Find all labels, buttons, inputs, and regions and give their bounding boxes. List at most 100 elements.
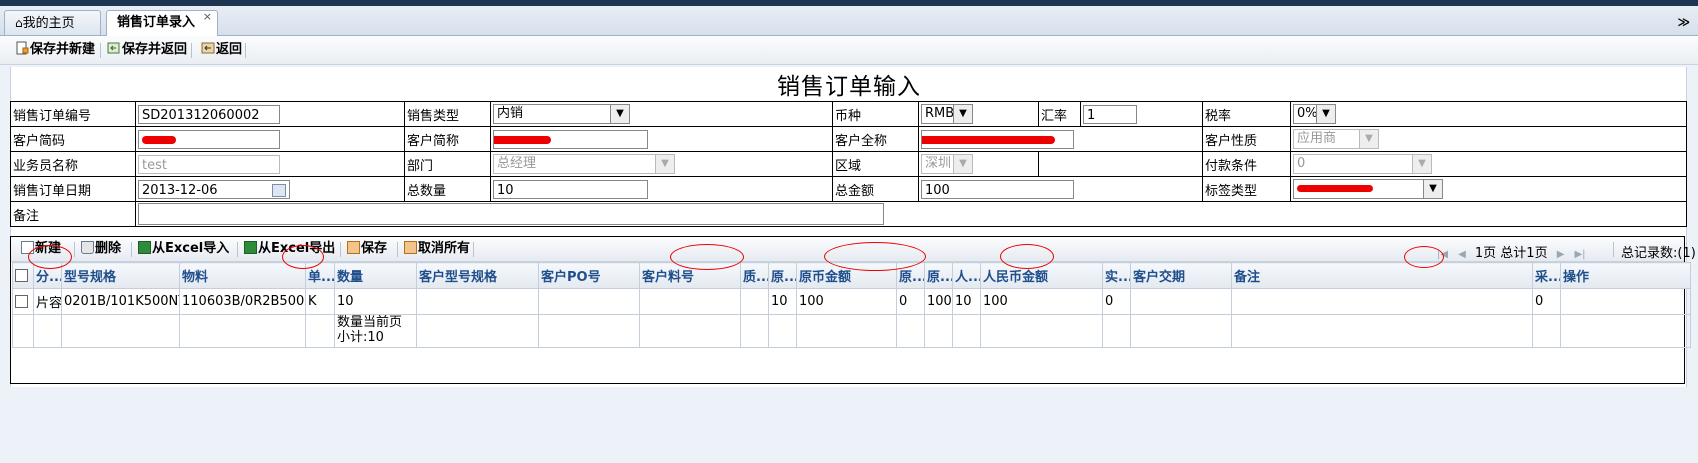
column-header[interactable]: 备注 (1231, 262, 1533, 289)
chevron-down-icon: ▼ (1423, 180, 1442, 198)
tax-label: 税率 (1202, 101, 1291, 127)
customer-short-name-field[interactable] (493, 129, 648, 149)
close-icon[interactable]: × (203, 5, 212, 29)
table-cell[interactable]: 10 (768, 288, 797, 315)
calendar-icon[interactable] (272, 183, 286, 197)
total-amount-field[interactable]: 100 (921, 179, 1074, 199)
table-cell[interactable]: 110603B/0R2B500NB (179, 288, 306, 315)
table-cell[interactable]: 0 (1532, 288, 1561, 315)
column-header[interactable]: 质... (740, 262, 769, 289)
table-cell[interactable]: 0 (1102, 288, 1131, 315)
table-cell[interactable] (538, 288, 640, 315)
label-type-select[interactable]: ▼ (1293, 179, 1443, 199)
table-cell[interactable]: 0 (896, 288, 925, 315)
order-lines-table: 分... 型号规格 物料 单... 数量 客户型号规格 客户PO号 客户料号 质… (12, 262, 1691, 348)
table-row[interactable]: 片容 0201B/101K500NT 110603B/0R2B500NB K 1… (12, 288, 1691, 315)
chevron-down-icon: ▼ (610, 105, 629, 123)
customer-code-field[interactable] (138, 129, 280, 149)
region-select[interactable]: 深圳 ▼ (921, 154, 973, 174)
table-cell[interactable] (639, 288, 741, 315)
order-no-field[interactable]: SD201312060002 (138, 104, 280, 124)
save-lines-button[interactable]: 保存 (347, 241, 387, 257)
order-date-field[interactable]: 2013-12-06 (138, 179, 290, 199)
table-cell[interactable] (1130, 288, 1232, 315)
row-checkbox[interactable] (15, 295, 28, 308)
column-header[interactable]: 原... (924, 262, 953, 289)
prev-page-icon[interactable]: ◀ (1458, 249, 1466, 260)
table-cell[interactable] (416, 288, 539, 315)
column-header[interactable]: 操作 (1560, 262, 1691, 289)
column-header[interactable]: 分... (33, 262, 62, 289)
table-cell[interactable]: 100 (796, 288, 897, 315)
delete-line-button[interactable]: 删除 (81, 241, 121, 257)
remark-field[interactable] (138, 203, 884, 225)
table-cell[interactable]: 10 (334, 288, 417, 315)
pagination: |◀ ◀ 1页 总计1页 ▶ ▶| (1432, 242, 1591, 261)
column-header[interactable]: 物料 (179, 262, 306, 289)
column-header[interactable]: 原... (768, 262, 797, 289)
order-no-label: 销售订单编号 (10, 101, 136, 127)
salesman-field[interactable]: test (138, 154, 280, 174)
chevron-double-right-icon[interactable]: ≫ (1677, 15, 1690, 29)
column-header[interactable]: 数量 (334, 262, 417, 289)
tab-sales-order-entry[interactable]: 销售订单录入 × (106, 10, 218, 36)
save-icon (347, 241, 360, 254)
salesman-label: 业务员名称 (10, 151, 136, 177)
cancel-icon (404, 241, 417, 254)
currency-label: 币种 (832, 101, 919, 127)
total-quantity-label: 总数量 (404, 176, 491, 202)
last-page-icon[interactable]: ▶| (1574, 249, 1585, 260)
save-and-new-button[interactable]: 保存并新建 (15, 41, 95, 59)
home-icon: ⌂ (15, 16, 23, 30)
column-header[interactable]: 人民币金额 (980, 262, 1103, 289)
table-cell[interactable]: 100 (924, 288, 953, 315)
customer-full-name-field[interactable] (921, 129, 1074, 149)
rate-label: 汇率 (1038, 101, 1081, 127)
sales-type-label: 销售类型 (404, 101, 491, 127)
currency-select[interactable]: RMB ▼ (921, 104, 973, 124)
department-select[interactable]: 总经理 ▼ (493, 154, 675, 174)
payment-terms-value: 0 (1297, 156, 1306, 171)
back-button[interactable]: 返回 (201, 41, 242, 59)
add-line-button[interactable]: 新建 (21, 241, 61, 257)
next-page-icon[interactable]: ▶ (1557, 249, 1565, 260)
table-header-row: 分... 型号规格 物料 单... 数量 客户型号规格 客户PO号 客户料号 质… (12, 262, 1691, 289)
redaction-mark (922, 136, 1055, 144)
total-quantity-field[interactable]: 10 (493, 179, 648, 199)
select-all-checkbox[interactable] (15, 269, 28, 282)
customer-nature-select[interactable]: 应用商 ▼ (1293, 129, 1379, 149)
column-header[interactable]: 原币金额 (796, 262, 897, 289)
table-cell[interactable] (1560, 288, 1691, 315)
rate-field[interactable]: 1 (1083, 104, 1137, 124)
column-header[interactable]: 原... (896, 262, 925, 289)
column-header[interactable]: 人... (952, 262, 981, 289)
table-cell[interactable]: 片容 (33, 288, 62, 315)
table-cell[interactable]: 100 (980, 288, 1103, 315)
chevron-down-icon: ▼ (1316, 105, 1335, 123)
toolbar-divider (191, 43, 192, 58)
table-cell[interactable] (740, 288, 769, 315)
table-cell[interactable]: K (305, 288, 335, 315)
column-header[interactable]: 实... (1102, 262, 1131, 289)
import-excel-button[interactable]: 从Excel导入 (138, 241, 229, 257)
remark-label: 备注 (10, 201, 136, 227)
column-header[interactable]: 客户PO号 (538, 262, 640, 289)
column-header[interactable]: 型号规格 (61, 262, 180, 289)
trash-icon (81, 241, 94, 254)
table-cell[interactable] (1231, 288, 1533, 315)
tax-select[interactable]: 0% ▼ (1293, 104, 1336, 124)
column-header[interactable]: 单... (305, 262, 335, 289)
payment-terms-select[interactable]: 0 ▼ (1293, 154, 1432, 174)
table-cell[interactable]: 10 (952, 288, 981, 315)
export-excel-button[interactable]: 从Excel导出 (244, 241, 335, 257)
column-header[interactable]: 客户型号规格 (416, 262, 539, 289)
table-cell[interactable]: 0201B/101K500NT (61, 288, 180, 315)
save-and-return-button[interactable]: 保存并返回 (107, 41, 187, 59)
column-header[interactable]: 客户料号 (639, 262, 741, 289)
sales-type-select[interactable]: 内销 ▼ (493, 104, 630, 124)
first-page-icon[interactable]: |◀ (1437, 249, 1448, 260)
cancel-all-button[interactable]: 取消所有 (404, 241, 470, 257)
column-header[interactable]: 客户交期 (1130, 262, 1232, 289)
tab-home[interactable]: ⌂我的主页 (4, 10, 101, 35)
column-header[interactable]: 采... (1532, 262, 1561, 289)
